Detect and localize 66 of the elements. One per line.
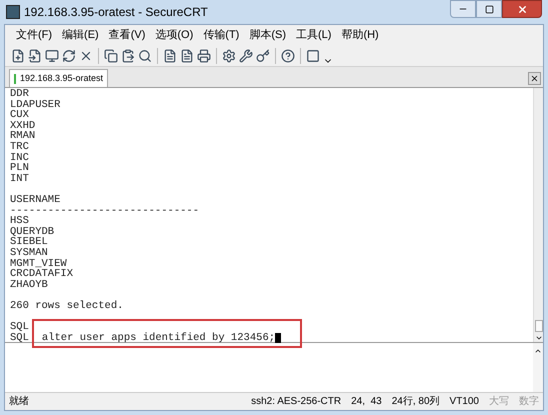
terminal-line: SIEBEL — [10, 237, 48, 248]
document-icon[interactable] — [180, 48, 194, 62]
status-indicator: 大写 — [489, 394, 509, 409]
close-button[interactable] — [502, 0, 542, 18]
session-tab[interactable]: 192.168.3.95-oratest — [9, 69, 108, 87]
refresh-icon[interactable] — [62, 48, 76, 62]
printer-icon[interactable] — [197, 48, 211, 62]
status-field: 24行, 80列 — [392, 394, 440, 409]
status-field: 24, 43 — [351, 394, 382, 409]
scrollbar[interactable] — [533, 88, 543, 342]
terminal-line: INT — [10, 174, 29, 184]
close-icon — [530, 74, 539, 83]
app-icon — [6, 5, 20, 19]
terminal-line: INC — [10, 152, 29, 164]
terminal-line: MGMT_VIEW — [10, 258, 67, 270]
terminal-line: HSS — [10, 216, 29, 227]
terminal-line: DDR — [10, 89, 29, 100]
terminal-line: CRCDATAFIX — [10, 269, 74, 280]
menu-item[interactable]: 编辑(E) — [57, 26, 104, 44]
status-message: 就绪 — [9, 394, 29, 409]
window-icon[interactable] — [306, 48, 320, 62]
status-indicator: 数字 — [519, 394, 539, 409]
terminal-line: CUX — [10, 110, 29, 121]
settings-icon[interactable] — [222, 48, 236, 62]
menu-item[interactable]: 文件(F) — [11, 26, 58, 44]
close-icon — [516, 4, 528, 14]
terminal-line: SYSMAN — [10, 248, 48, 258]
terminal-line: 260 rows selected. — [10, 300, 124, 312]
menu-item[interactable]: 查看(V) — [104, 26, 150, 44]
new-file-icon[interactable] — [11, 48, 25, 62]
scrollbar[interactable] — [533, 343, 543, 392]
menu-item[interactable]: 脚本(S) — [244, 26, 291, 44]
monitor-icon[interactable] — [45, 48, 59, 62]
scroll-up-icon[interactable] — [534, 347, 542, 355]
sql-prompt: SQL — [10, 322, 29, 333]
key-icon[interactable] — [256, 48, 270, 62]
paste-icon[interactable] — [121, 48, 135, 62]
menu-item[interactable]: 帮助(H) — [336, 26, 384, 44]
menu-item[interactable]: 工具(L) — [291, 26, 336, 44]
wrench-icon[interactable] — [239, 48, 253, 62]
terminal-line: QUERYDB — [10, 226, 54, 238]
terminal-line: USERNAME — [10, 194, 60, 206]
terminal-line: RMAN — [10, 131, 36, 142]
sql-command: alter user apps identified by 123456; — [42, 332, 276, 344]
scrollbar-thumb[interactable] — [534, 320, 542, 332]
sql-prompt: SQL — [10, 332, 29, 344]
file-arrow-icon[interactable] — [28, 48, 42, 62]
document-icon[interactable] — [163, 48, 177, 62]
terminal-line: LDAPUSER — [10, 100, 60, 110]
close-tab-button[interactable] — [528, 72, 541, 85]
maximize-icon — [484, 4, 494, 14]
maximize-button[interactable] — [476, 0, 502, 18]
terminal-line: TRC — [10, 142, 29, 153]
terminal-line: PLN — [10, 163, 29, 174]
menu-item[interactable]: 传输(T) — [198, 26, 244, 44]
text-cursor — [275, 333, 282, 344]
menu-item[interactable]: 选项(O) — [150, 26, 198, 44]
window-title: 192.168.3.95-oratest - SecureCRT — [24, 4, 208, 21]
terminal-line: ------------------------------ — [10, 206, 200, 216]
scroll-down-icon[interactable] — [534, 334, 542, 342]
help-icon[interactable] — [281, 48, 295, 62]
terminal-line: XXHD — [10, 120, 36, 132]
status-field: ssh2: AES-256-CTR — [251, 394, 342, 409]
copy-icon[interactable] — [104, 48, 118, 62]
status-field: VT100 — [450, 394, 479, 409]
terminal-line: ZHAOYB — [10, 280, 48, 290]
